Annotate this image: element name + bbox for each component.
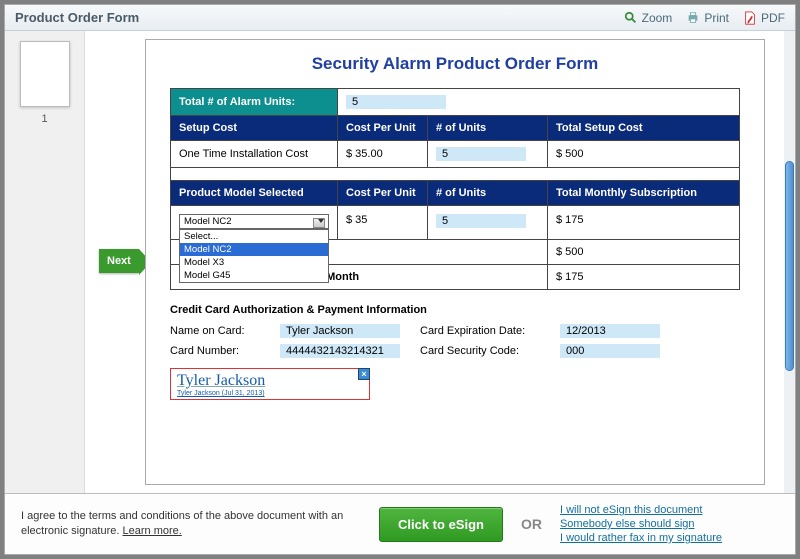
page-thumbnail-1[interactable] xyxy=(20,41,70,107)
titlebar: Product Order Form Zoom Print PDF xyxy=(5,5,795,31)
model-hdr-total: Total Monthly Subscription xyxy=(548,181,740,206)
model-hdr-cpu: Cost Per Unit xyxy=(338,181,428,206)
thumbnail-panel: 1 xyxy=(5,31,85,493)
chevron-down-icon xyxy=(318,219,324,223)
title-actions: Zoom Print PDF xyxy=(624,11,785,25)
model-option-0[interactable]: Select... xyxy=(180,230,328,243)
agree-text-content: I agree to the terms and conditions of t… xyxy=(21,510,343,537)
setup-cpu: $ 35.00 xyxy=(338,141,428,168)
will-not-esign-link[interactable]: I will not eSign this document xyxy=(560,504,722,516)
or-divider: OR xyxy=(521,516,542,532)
cc-number-value[interactable]: 4444432143214321 xyxy=(280,344,400,358)
cc-sec-label: Card Security Code: xyxy=(420,345,550,357)
footer-alt-links: I will not eSign this document Somebody … xyxy=(560,504,722,544)
model-option-1[interactable]: Model NC2 xyxy=(180,243,328,256)
model-select[interactable]: Model NC2 Select... Model NC2 Model X3 M… xyxy=(179,214,329,229)
pdf-button[interactable]: PDF xyxy=(743,11,785,25)
someone-else-link[interactable]: Somebody else should sign xyxy=(560,518,722,530)
signature-sub: Tyler Jackson (Jul 31, 2013) xyxy=(177,390,363,397)
next-field-button[interactable]: Next xyxy=(99,249,139,273)
window-title: Product Order Form xyxy=(15,10,139,25)
learn-more-link[interactable]: Learn more. xyxy=(123,525,182,537)
model-hdr-units: # of Units xyxy=(428,181,548,206)
cc-number-label: Card Number: xyxy=(170,345,270,357)
next-label: Next xyxy=(107,255,131,267)
signature-name: Tyler Jackson xyxy=(177,372,363,390)
total-units-value[interactable]: 5 xyxy=(346,95,446,109)
setup-item: One Time Installation Cost xyxy=(171,141,338,168)
page-thumbnail-1-label: 1 xyxy=(5,113,84,125)
zoom-icon xyxy=(624,11,638,25)
setup-total: $ 500 xyxy=(548,141,740,168)
form-title: Security Alarm Product Order Form xyxy=(170,54,740,74)
signature-clear-icon[interactable]: × xyxy=(358,368,370,380)
pdf-icon xyxy=(743,11,757,25)
cc-section: Credit Card Authorization & Payment Info… xyxy=(170,304,740,400)
zoom-label: Zoom xyxy=(642,11,673,25)
model-select-value[interactable]: Model NC2 xyxy=(179,214,329,229)
fax-signature-link[interactable]: I would rather fax in my signature xyxy=(560,532,722,544)
model-cpu: $ 35 xyxy=(338,206,428,240)
document-area: Next Security Alarm Product Order Form T… xyxy=(85,31,795,493)
cc-sec-value[interactable]: 000 xyxy=(560,344,660,358)
print-icon xyxy=(686,11,700,25)
total-sub-value: $ 175 xyxy=(548,265,740,290)
model-option-3[interactable]: Model G45 xyxy=(180,269,328,282)
order-table: Total # of Alarm Units: 5 Setup Cost Cos… xyxy=(170,88,740,290)
setup-hdr-total: Total Setup Cost xyxy=(548,116,740,141)
cc-exp-label: Card Expiration Date: xyxy=(420,325,550,337)
cc-name-value[interactable]: Tyler Jackson xyxy=(280,324,400,338)
total-units-label: Total # of Alarm Units: xyxy=(171,89,338,116)
document-page: Security Alarm Product Order Form Total … xyxy=(145,39,765,485)
scrollbar-thumb[interactable] xyxy=(785,161,794,371)
zoom-button[interactable]: Zoom xyxy=(624,11,673,25)
signature-field[interactable]: × Tyler Jackson Tyler Jackson (Jul 31, 2… xyxy=(170,368,370,400)
model-select-dropdown[interactable]: Select... Model NC2 Model X3 Model G45 xyxy=(179,229,329,283)
esign-button[interactable]: Click to eSign xyxy=(379,507,503,542)
setup-hdr-item: Setup Cost xyxy=(171,116,338,141)
pdf-label: PDF xyxy=(761,11,785,25)
print-label: Print xyxy=(704,11,729,25)
total-setup-value: $ 500 xyxy=(548,240,740,265)
model-option-2[interactable]: Model X3 xyxy=(180,256,328,269)
vertical-scrollbar[interactable] xyxy=(784,31,795,493)
model-total: $ 175 xyxy=(548,206,740,240)
cc-section-title: Credit Card Authorization & Payment Info… xyxy=(170,304,740,316)
setup-hdr-units: # of Units xyxy=(428,116,548,141)
agree-text: I agree to the terms and conditions of t… xyxy=(21,509,361,540)
model-units[interactable]: 5 xyxy=(436,214,526,228)
setup-hdr-cpu: Cost Per Unit xyxy=(338,116,428,141)
model-hdr-item: Product Model Selected xyxy=(171,181,338,206)
setup-units[interactable]: 5 xyxy=(436,147,526,161)
cc-exp-value[interactable]: 12/2013 xyxy=(560,324,660,338)
print-button[interactable]: Print xyxy=(686,11,729,25)
footer-bar: I agree to the terms and conditions of t… xyxy=(5,493,795,554)
cc-name-label: Name on Card: xyxy=(170,325,270,337)
